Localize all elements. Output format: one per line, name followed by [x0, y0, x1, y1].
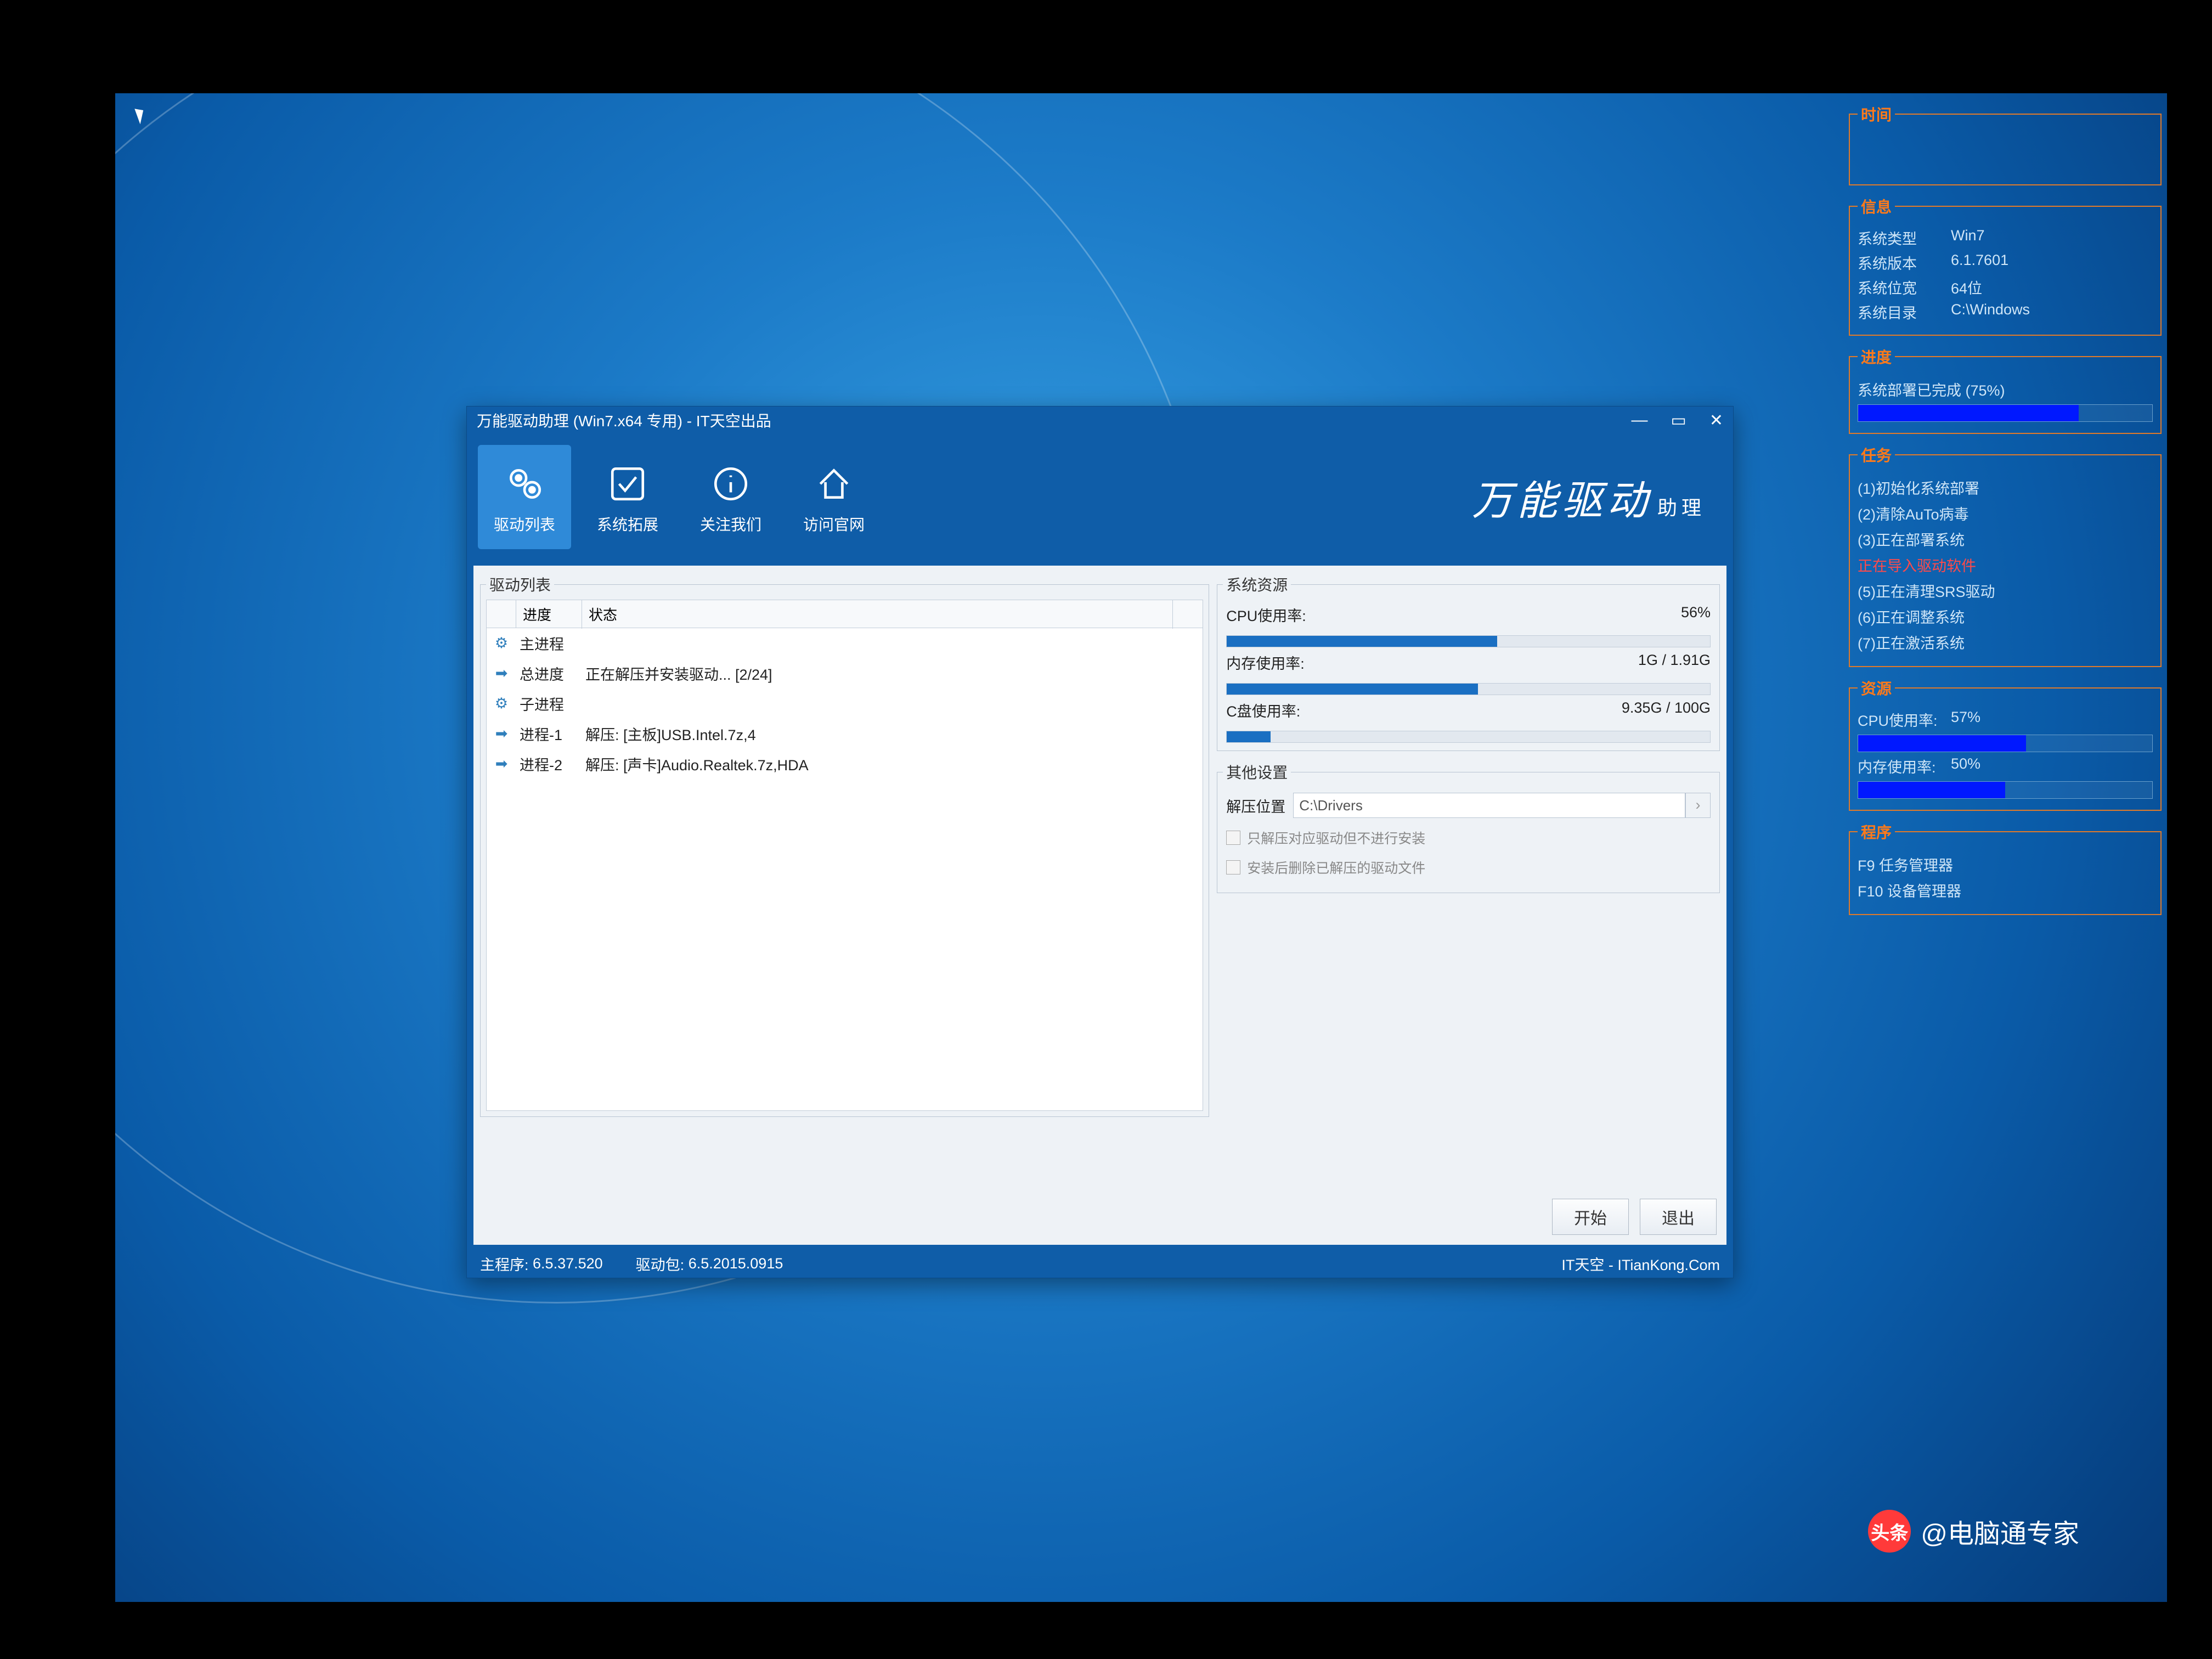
close-button[interactable]: ✕	[1709, 411, 1723, 430]
tab-driver-list[interactable]: 驱动列表	[478, 445, 571, 549]
overlay-resources: 资源 CPU使用率:57% 内存使用率:50%	[1849, 677, 2162, 811]
statusbar: 主程序: 6.5.37.520 驱动包: 6.5.2015.0915 IT天空 …	[467, 1249, 1733, 1278]
arrow-icon: ➡	[487, 755, 516, 772]
extract-path-input[interactable]	[1293, 793, 1685, 818]
driver-list-panel: 驱动列表 进度 状态 ⚙主进程➡总进度正在解压并安装驱动... [2/24]⚙子…	[480, 573, 1209, 1117]
resource-row: 内存使用率:1G / 1.91G	[1226, 652, 1711, 673]
tab-system-extend[interactable]: 系统拓展	[581, 445, 674, 549]
titlebar[interactable]: 万能驱动助理 (Win7.x64 专用) - IT天空出品 — ▭ ✕	[467, 407, 1733, 434]
mouse-cursor-icon	[134, 106, 147, 125]
watermark-logo-icon: 头条	[1868, 1510, 1911, 1553]
overlay-programs: 程序 F9 任务管理器F10 设备管理器	[1849, 821, 2162, 915]
table-row: ⚙主进程	[487, 628, 1203, 658]
watermark: 头条 @电脑通专家	[1868, 1510, 2079, 1553]
list-header: 进度 状态	[486, 600, 1203, 628]
table-row: ➡总进度正在解压并安装驱动... [2/24]	[487, 658, 1203, 689]
window-title: 万能驱动助理 (Win7.x64 专用) - IT天空出品	[477, 409, 771, 431]
arrow-icon: ➡	[487, 665, 516, 682]
ov-cpu: 57%	[1951, 709, 2153, 730]
other-settings-panel: 其他设置 解压位置 › 只解压对应驱动但不进行安装 安装后删除已解压的驱动文件	[1217, 761, 1720, 893]
checkbox-extract-only[interactable]: 只解压对应驱动但不进行安装	[1226, 828, 1711, 848]
system-resources-panel: 系统资源 CPU使用率:56%内存使用率:1G / 1.91GC盘使用率:9.3…	[1217, 573, 1720, 751]
progress-bar	[1226, 635, 1711, 647]
overlay-time: 时间	[1849, 103, 2162, 185]
overlay-tasks: 任务 (1)初始化系统部署(2)清除AuTo病毒(3)正在部署系统 正在导入驱动…	[1849, 444, 2162, 667]
info-row: 系统目录C:\Windows	[1858, 301, 2153, 323]
tab-follow-us[interactable]: 关注我们	[684, 445, 777, 549]
col-progress: 进度	[516, 600, 582, 629]
gear-icon: ⚙	[487, 635, 516, 652]
info-row: 系统类型Win7	[1858, 227, 2153, 249]
resource-row: CPU使用率:56%	[1226, 604, 1711, 625]
deploy-progress-bar	[1858, 404, 2153, 422]
table-row: ➡进程-1解压: [主板]USB.Intel.7z,4	[487, 719, 1203, 749]
resource-row: C盘使用率:9.35G / 100G	[1226, 699, 1711, 721]
main-version: 6.5.37.520	[533, 1255, 603, 1272]
checkbox-icon	[1226, 860, 1240, 874]
table-row: ⚙子进程	[487, 689, 1203, 719]
task-item: (6)正在调整系统	[1858, 606, 2153, 627]
program-shortcut: F10 设备管理器	[1858, 879, 2153, 901]
toolbar: 驱动列表 系统拓展 关注我们 访问官网 万能驱动助	[467, 434, 1733, 560]
gears-icon	[500, 459, 549, 509]
tab-official-site[interactable]: 访问官网	[787, 445, 881, 549]
checkbox-delete-after[interactable]: 安装后删除已解压的驱动文件	[1226, 857, 1711, 877]
brand-logo: 万能驱动助理	[1472, 468, 1706, 527]
overlay-progress: 进度 系统部署已完成 (75%)	[1849, 346, 2162, 434]
browse-button[interactable]: ›	[1685, 793, 1711, 818]
info-row: 系统版本6.1.7601	[1858, 252, 2153, 273]
gear-icon: ⚙	[487, 695, 516, 712]
checkbox-icon	[1226, 831, 1240, 845]
overlay-info: 信息 系统类型Win7系统版本6.1.7601系统位宽64位系统目录C:\Win…	[1849, 195, 2162, 336]
site-link[interactable]: IT天空 - ITianKong.Com	[1561, 1253, 1720, 1274]
info-icon	[706, 459, 755, 509]
pack-version: 6.5.2015.0915	[689, 1255, 783, 1272]
arrow-icon: ➡	[487, 725, 516, 742]
deploy-progress-text: 系统部署已完成 (75%)	[1858, 379, 2153, 400]
driver-assistant-window: 万能驱动助理 (Win7.x64 专用) - IT天空出品 — ▭ ✕ 驱动列表…	[466, 406, 1734, 1278]
minimize-button[interactable]: —	[1632, 411, 1648, 430]
task-item: (3)正在部署系统	[1858, 528, 2153, 550]
task-item: (5)正在清理SRS驱动	[1858, 580, 2153, 601]
ov-mem: 50%	[1951, 755, 2153, 777]
task-item: (1)初始化系统部署	[1858, 477, 2153, 498]
task-item: (2)清除AuTo病毒	[1858, 503, 2153, 524]
check-icon	[603, 459, 652, 509]
program-shortcut: F9 任务管理器	[1858, 854, 2153, 875]
start-button[interactable]: 开始	[1552, 1199, 1629, 1235]
watermark-text: @电脑通专家	[1921, 1512, 2079, 1550]
deploy-overlay: 时间 信息 系统类型Win7系统版本6.1.7601系统位宽64位系统目录C:\…	[1843, 93, 2167, 935]
exit-button[interactable]: 退出	[1640, 1199, 1717, 1235]
col-status: 状态	[582, 600, 1173, 629]
extract-path-label: 解压位置	[1226, 795, 1285, 816]
table-row: ➡进程-2解压: [声卡]Audio.Realtek.7z,HDA	[487, 749, 1203, 779]
progress-bar	[1226, 731, 1711, 743]
home-icon	[809, 459, 859, 509]
task-item: 正在导入驱动软件	[1858, 554, 2153, 575]
task-item: (7)正在激活系统	[1858, 631, 2153, 653]
info-row: 系统位宽64位	[1858, 276, 2153, 298]
progress-bar	[1226, 683, 1711, 695]
float-button[interactable]: ▭	[1671, 411, 1686, 430]
